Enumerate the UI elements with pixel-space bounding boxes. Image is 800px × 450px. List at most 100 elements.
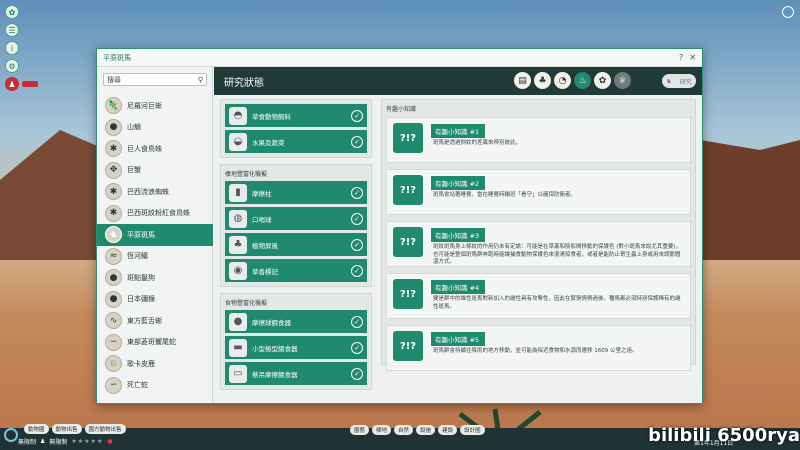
animal-label: 東方藍舌蜥 (127, 316, 162, 325)
sidebar-item-animal[interactable]: ♞ 平原斑馬 (97, 224, 213, 246)
fun-fact-text: 斑紋斑馬身上條紋的作用仍未有定論：可能是在草叢和陰影間移動的保護色 (對小斑馬來… (433, 244, 682, 266)
research-item-label: 小型樁型餵食器 (252, 344, 298, 353)
log-feeder-icon: ▬ (229, 338, 247, 357)
search-icon[interactable]: ⚲ (198, 76, 203, 84)
mandrill-icon: ● (105, 118, 122, 136)
animal-label: 巨人食鳥蛛 (127, 144, 162, 153)
check-icon: ✓ (351, 238, 363, 251)
page-title: 研究狀態 (224, 77, 264, 89)
research-item[interactable]: ● 摩擦球餵食器 ✓ (225, 310, 367, 333)
settings-icon[interactable]: ⚙ (5, 59, 19, 73)
main-header: 研究狀態 ▤ ♣ ◔ ♨ ✿ ♛ ♞ 研究 (214, 67, 702, 95)
fun-fact-tag: 有趣小知識 #3 (431, 228, 486, 242)
scent-marker-icon: ◉ (229, 261, 247, 280)
fun-facts-title: 有趣小知識 (386, 106, 417, 113)
sidebar-item-animal[interactable]: ● 日本彌猴 (97, 289, 213, 311)
fun-fact-text: 要是群中的雄性斑馬對新加入的雌性具有攻擊性，因此在緊張情勢過後，種馬都必須特別保… (433, 296, 681, 310)
window-title: 平原斑馬 (103, 53, 131, 62)
animal-label: 巨蟹 (127, 166, 141, 175)
check-icon: ✓ (351, 315, 363, 328)
zebra-icon: ♞ (666, 77, 672, 85)
sidebar-item-animal[interactable]: ✱ 巨人食鳥蛛 (97, 138, 213, 160)
search-input[interactable]: 搜尋 ⚲ (103, 73, 207, 86)
research-item[interactable]: ◓ 草食動物飼料 ✓ (225, 104, 367, 127)
bottom-tab[interactable]: 園方動物出售 (84, 424, 126, 434)
sidebar-item-animal[interactable]: ● 山魈 (97, 117, 213, 139)
menu-icon[interactable]: ☰ (5, 23, 19, 37)
tab-food[interactable]: ◔ (554, 72, 571, 89)
guests-label: 無限制 (49, 439, 68, 446)
tab-research[interactable]: ▤ (514, 72, 531, 89)
animal-label: 斑點鬣狗 (127, 273, 155, 282)
check-icon: ✓ (351, 264, 363, 277)
research-item[interactable]: ▭ 懸吊摩擦餵食器 ✓ (225, 362, 367, 385)
animal-label: 巴西斑紋粉紅食鳥蛛 (127, 209, 190, 218)
research-item-label: 草香標記 (252, 267, 278, 276)
sidebar-item-animal[interactable]: ✱ 巴西斑紋粉紅食鳥蛛 (97, 203, 213, 225)
help-button[interactable]: ? (679, 53, 683, 62)
feed-bowl-icon: ◓ (229, 106, 247, 125)
crab-icon: ✥ (105, 161, 122, 179)
research-item[interactable]: ◉ 草香標記 ✓ (225, 259, 367, 282)
research-group-habitat-enrichment: 棲地豐富化機擬 ▮ 摩擦柱 ✓ ◍ 口哨球 ✓ ♣ 植物屏風 ✓ ◉ 草香標記 ✓ (220, 164, 372, 287)
gharial-icon: ≈ (105, 247, 122, 265)
spider-icon: ✱ (105, 204, 122, 222)
guests-icon: ♟ (40, 438, 46, 445)
research-item[interactable]: ▮ 摩擦柱 ✓ (225, 181, 367, 204)
hud-left: ✿ ☰ i ⚙ ♟ (5, 5, 38, 91)
animal-label: 山魈 (127, 123, 141, 132)
question-speech-icon: ?!? (393, 175, 423, 205)
build-tab[interactable]: 自然 (394, 425, 414, 435)
tab-trophy[interactable]: ♛ (614, 72, 631, 89)
alert-indicator[interactable]: ♟ (5, 77, 38, 91)
sidebar-item-animal[interactable]: ♘ 歌卡皮鹿 (97, 353, 213, 375)
hanging-feeder-icon: ▭ (229, 364, 247, 383)
compass-icon[interactable] (782, 6, 794, 18)
sidebar-item-animal[interactable]: ≈ 恆河鱷 (97, 246, 213, 268)
fun-fact-text: 斑馬會站著睡覺，當在睡覺時輪班「看守」以確保防衛者。 (433, 192, 577, 198)
tab-habitat[interactable]: ♣ (534, 72, 551, 89)
sidebar-item-animal[interactable]: 🦎 尼羅河巨蜥 (97, 95, 213, 117)
check-icon: ✓ (351, 186, 363, 199)
build-tab[interactable]: 棲地 (372, 425, 392, 435)
tab-enrichment[interactable]: ♨ (574, 72, 591, 89)
snake-icon: ∽ (105, 333, 122, 351)
research-item[interactable]: ◒ 水果及蔬菜 ✓ (225, 130, 367, 153)
alert-icon[interactable]: ● (107, 438, 112, 445)
whistle-ball-icon: ◍ (229, 209, 247, 228)
build-tab[interactable]: 設計圖 (460, 425, 485, 435)
group-title: 棲地豐富化機擬 (225, 171, 268, 178)
sidebar-item-animal[interactable]: ∽ 東部菱斑響尾蛇 (97, 332, 213, 354)
group-title: 食物豐富化機擬 (225, 300, 268, 307)
close-button[interactable]: ✕ (689, 53, 696, 62)
zebra-icon: ♞ (105, 226, 122, 244)
research-column: ◓ 草食動物飼料 ✓ ◒ 水果及蔬菜 ✓ 棲地豐富化機擬 ▮ 摩擦柱 ✓ ◍ 口哨球 ✓ ♣ 植物屏風 ✓… (220, 99, 372, 397)
build-tab[interactable]: 園藝 (350, 425, 370, 435)
sidebar-item-animal[interactable]: ✱ 巴西流浪蜘蛛 (97, 181, 213, 203)
time-dial-icon[interactable] (4, 428, 18, 442)
sidebar-item-animal[interactable]: ✥ 巨蟹 (97, 160, 213, 182)
info-icon[interactable]: i (5, 41, 19, 55)
fun-fact-card: ?!? 有趣小知識 #3 斑紋斑馬身上條紋的作用仍未有定論：可能是在草叢和陰影間移動… (386, 221, 691, 267)
research-item[interactable]: ▬ 小型樁型餵食器 ✓ (225, 336, 367, 359)
bottom-tab[interactable]: 動物出售 (51, 424, 82, 434)
research-item-label: 口哨球 (252, 215, 272, 224)
sidebar-item-animal[interactable]: ● 斑點鬣狗 (97, 267, 213, 289)
build-tab[interactable]: 建設 (438, 425, 458, 435)
animal-sidebar: 搜尋 ⚲ 🦎 尼羅河巨蜥 ● 山魈 ✱ 巨人食鳥蛛 ✥ 巨蟹 ✱ 巴西流浪蜘蛛 ✱ 巴西斑紋粉紅食鳥蛛… (97, 67, 213, 403)
sidebar-item-animal[interactable]: ∽ 死亡蛇 (97, 375, 213, 397)
ball-feeder-icon: ● (229, 312, 247, 331)
fun-fact-text: 斑馬群會持續往降雨的地方移動，並可能為採近食物和水源而遷移 1609 公里之遠。 (433, 348, 638, 354)
build-tab[interactable]: 設施 (416, 425, 436, 435)
research-item[interactable]: ◍ 口哨球 ✓ (225, 207, 367, 230)
fun-fact-text: 斑馬是透過斜紋的差異來辨別彼此。 (433, 140, 522, 146)
alert-bar (22, 81, 38, 87)
research-group-food-enrichment: 食物豐富化機擬 ● 摩擦球餵食器 ✓ ▬ 小型樁型餵食器 ✓ ▭ 懸吊摩擦餵食器 ✓ (220, 293, 372, 390)
research-toggle-button[interactable]: ♞ 研究 (662, 74, 696, 88)
research-item[interactable]: ♣ 植物屏風 ✓ (225, 233, 367, 256)
check-icon: ✓ (351, 341, 363, 354)
bottom-tab[interactable]: 動物園 (24, 424, 49, 434)
zoo-icon[interactable]: ✿ (5, 5, 19, 19)
tab-animal[interactable]: ✿ (594, 72, 611, 89)
sidebar-item-animal[interactable]: ∿ 東方藍舌蜥 (97, 310, 213, 332)
